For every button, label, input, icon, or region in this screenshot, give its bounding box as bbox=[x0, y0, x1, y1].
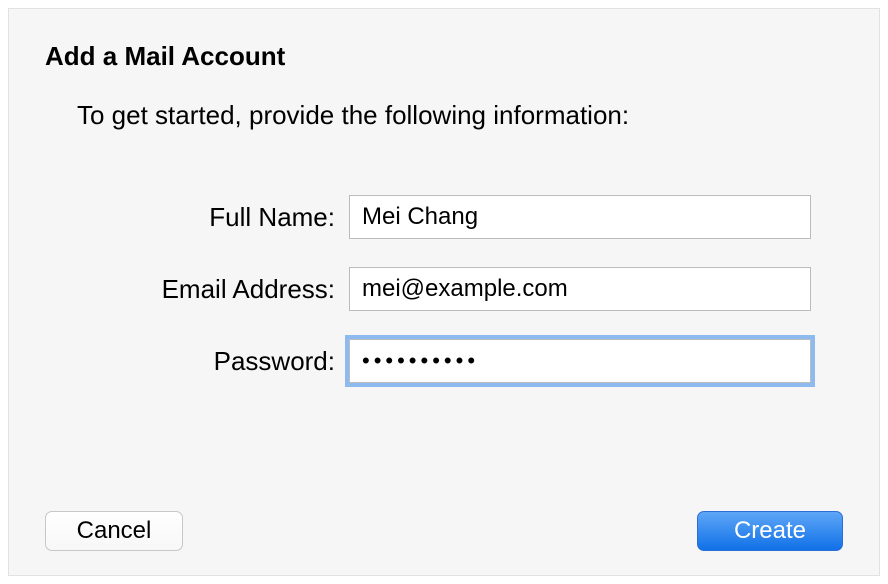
full-name-input[interactable] bbox=[349, 195, 811, 239]
create-button[interactable]: Create bbox=[697, 511, 843, 551]
full-name-row: Full Name: bbox=[9, 195, 879, 239]
email-label: Email Address: bbox=[9, 274, 349, 305]
password-input[interactable] bbox=[349, 339, 811, 383]
email-input[interactable] bbox=[349, 267, 811, 311]
full-name-label: Full Name: bbox=[9, 202, 349, 233]
dialog-subtitle: To get started, provide the following in… bbox=[77, 100, 879, 131]
password-row: Password: bbox=[9, 339, 879, 383]
add-mail-account-dialog: Add a Mail Account To get started, provi… bbox=[8, 8, 880, 576]
email-row: Email Address: bbox=[9, 267, 879, 311]
password-label: Password: bbox=[9, 346, 349, 377]
button-bar: Cancel Create bbox=[9, 511, 879, 551]
cancel-button[interactable]: Cancel bbox=[45, 511, 183, 551]
dialog-title: Add a Mail Account bbox=[45, 41, 879, 72]
account-form: Full Name: Email Address: Password: bbox=[9, 195, 879, 383]
